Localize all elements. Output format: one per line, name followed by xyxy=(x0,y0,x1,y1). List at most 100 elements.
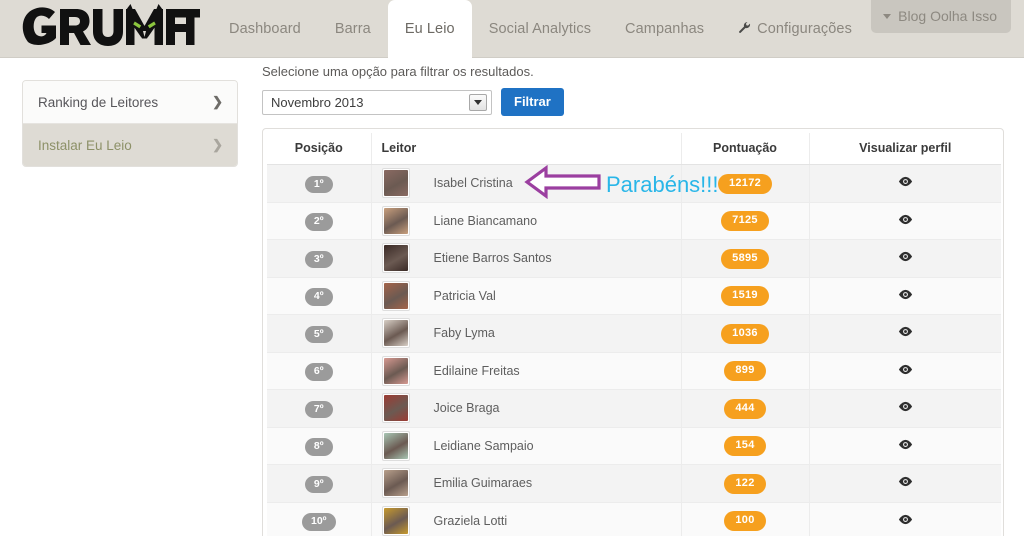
cell-visualizar-perfil xyxy=(808,314,1001,353)
table-body: 1º Isabel Cristina 12172 2º Liane Biancamano… xyxy=(267,164,1001,536)
score-badge: 1036 xyxy=(721,323,769,344)
nav-item-social-analytics[interactable]: Social Analytics xyxy=(472,0,608,58)
avatar-image xyxy=(383,245,408,272)
eye-icon[interactable] xyxy=(898,399,913,417)
table-row: 7º Joice Braga 444 xyxy=(267,389,1001,428)
cell-visualizar-perfil xyxy=(808,164,1001,203)
position-badge: 5º xyxy=(304,325,333,343)
score-badge: 1519 xyxy=(721,286,769,307)
table-row: 5º Faby Lyma 1036 xyxy=(267,314,1001,353)
sidebar-item-ranking-de-leitores[interactable]: Ranking de Leitores ❯ xyxy=(23,81,237,123)
month-select-value: Novembro 2013 xyxy=(271,94,364,110)
cell-pontuacao: 7125 xyxy=(680,202,809,240)
month-select[interactable]: Novembro 2013 xyxy=(262,89,492,115)
position-badge: 8º xyxy=(304,438,333,456)
score-badge: 12172 xyxy=(717,173,773,194)
leitor-name: Isabel Cristina xyxy=(433,176,513,191)
cell-position: 9º xyxy=(267,464,371,503)
cell-leitor: Etiene Barros Santos xyxy=(370,239,681,278)
chevron-down-icon xyxy=(469,93,487,111)
sidebar-item-label: Ranking de Leitores xyxy=(38,94,159,110)
score-badge: 7125 xyxy=(721,211,769,232)
cell-pontuacao: 100 xyxy=(680,502,809,536)
leitor-cell: Isabel Cristina xyxy=(381,168,671,199)
nav-item-barra[interactable]: Barra xyxy=(318,0,388,58)
table-row: 1º Isabel Cristina 12172 xyxy=(267,164,1001,203)
nav-item-eu-leio[interactable]: Eu Leio xyxy=(387,0,472,58)
chevron-right-icon: ❯ xyxy=(212,137,223,152)
score-badge: 154 xyxy=(724,436,766,457)
table-row: 8º Leidiane Sampaio 154 xyxy=(267,427,1001,465)
avatar[interactable] xyxy=(381,505,410,536)
eye-icon[interactable] xyxy=(898,362,913,380)
nav-item-campanhas[interactable]: Campanhas xyxy=(608,0,721,58)
cell-pontuacao: 5895 xyxy=(680,239,809,278)
cell-pontuacao: 12172 xyxy=(680,164,809,203)
avatar[interactable] xyxy=(381,243,410,274)
nav-label: Configurações xyxy=(757,21,852,37)
account-dropdown-button[interactable]: Blog Oolha Isso xyxy=(871,0,1011,33)
position-badge: 4º xyxy=(304,288,333,306)
cell-visualizar-perfil xyxy=(808,239,1001,278)
eye-icon[interactable] xyxy=(898,174,913,192)
nav-label: Barra xyxy=(334,21,371,37)
table-row: 4º Patricia Val 1519 xyxy=(267,277,1001,315)
cell-position: 10º xyxy=(267,502,371,536)
sidebar-item-instalar-eu-leio[interactable]: Instalar Eu Leio ❯ xyxy=(23,123,237,166)
cell-leitor: Liane Biancamano xyxy=(370,202,681,240)
cell-visualizar-perfil xyxy=(808,202,1001,240)
cell-position: 1º xyxy=(267,164,371,203)
cell-position: 4º xyxy=(267,277,371,315)
grumft-logo[interactable] xyxy=(22,4,200,52)
column-header-leitor: Leitor xyxy=(370,133,681,165)
main-nav: Dashboard Barra Eu Leio Social Analytics… xyxy=(212,0,869,58)
nav-item-dashboard[interactable]: Dashboard xyxy=(212,0,318,58)
account-label: Blog Oolha Isso xyxy=(898,8,997,24)
table-header-row: Posição Leitor Pontuação Visualizar perf… xyxy=(267,133,1001,165)
leitor-name: Liane Biancamano xyxy=(433,213,538,228)
eye-icon[interactable] xyxy=(898,437,913,455)
avatar[interactable] xyxy=(381,355,410,386)
avatar[interactable] xyxy=(381,318,410,349)
leitor-name: Patricia Val xyxy=(433,288,496,303)
leitor-name: Leidiane Sampaio xyxy=(433,438,534,453)
avatar[interactable] xyxy=(381,430,410,461)
eye-icon[interactable] xyxy=(898,512,913,530)
eye-icon[interactable] xyxy=(898,249,913,267)
page-root: Dashboard Barra Eu Leio Social Analytics… xyxy=(0,0,1024,536)
eye-icon[interactable] xyxy=(898,212,913,230)
avatar[interactable] xyxy=(381,205,410,236)
leitor-cell: Leidiane Sampaio xyxy=(381,430,671,461)
avatar[interactable] xyxy=(381,280,410,311)
leitor-cell: Emilia Guimaraes xyxy=(381,468,671,499)
avatar-image xyxy=(383,320,408,347)
cell-leitor: Graziela Lotti xyxy=(370,502,681,536)
wrench-icon xyxy=(738,21,751,38)
nav-label: Dashboard xyxy=(229,21,301,37)
cell-pontuacao: 1519 xyxy=(680,277,809,315)
avatar[interactable] xyxy=(381,468,410,499)
leitor-name: Emilia Guimaraes xyxy=(433,476,533,491)
leitor-name: Faby Lyma xyxy=(433,326,495,341)
avatar-image xyxy=(383,470,408,497)
nav-label: Eu Leio xyxy=(404,21,455,37)
ranking-table: Posição Leitor Pontuação Visualizar perf… xyxy=(267,133,1001,536)
cell-visualizar-perfil xyxy=(808,427,1001,465)
avatar[interactable] xyxy=(381,168,410,199)
filter-button[interactable]: Filtrar xyxy=(501,88,564,116)
ranking-panel: Posição Leitor Pontuação Visualizar perf… xyxy=(262,128,1004,536)
position-badge: 3º xyxy=(304,250,333,268)
main-content: Selecione uma opção para filtrar os resu… xyxy=(262,64,1004,536)
cell-position: 8º xyxy=(267,427,371,465)
logo-svg xyxy=(22,4,200,46)
avatar[interactable] xyxy=(381,393,410,424)
nav-item-configuracoes[interactable]: Configurações xyxy=(721,0,869,58)
column-header-posicao: Posição xyxy=(267,133,371,165)
position-badge: 2º xyxy=(304,213,333,231)
top-navigation-bar: Dashboard Barra Eu Leio Social Analytics… xyxy=(0,0,1024,58)
caret-down-icon xyxy=(883,13,892,19)
avatar-image xyxy=(383,432,408,459)
eye-icon[interactable] xyxy=(898,474,913,492)
eye-icon[interactable] xyxy=(898,324,913,342)
eye-icon[interactable] xyxy=(898,287,913,305)
